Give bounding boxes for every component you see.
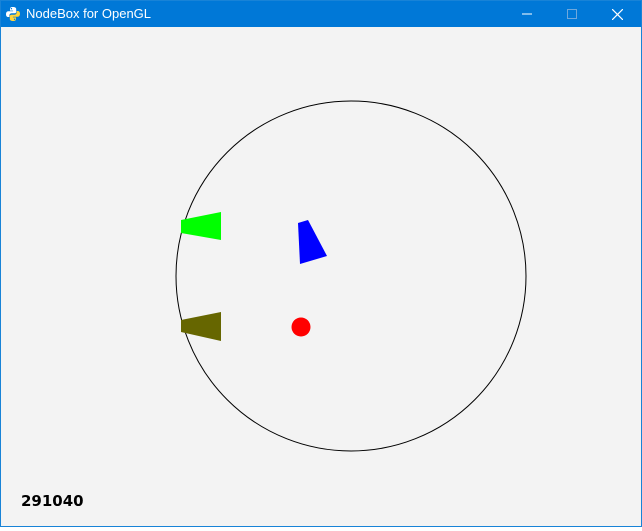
blue-quadrilateral [298,220,327,264]
frame-counter: 291040 [21,492,84,510]
maximize-icon [566,9,577,19]
scene-svg [175,100,527,452]
minimize-icon [521,13,532,15]
app-window: NodeBox for OpenGL 291040 [0,0,642,527]
minimize-button[interactable] [504,1,549,27]
close-button[interactable] [595,1,640,27]
close-icon [612,8,623,20]
window-title: NodeBox for OpenGL [26,6,152,21]
python-icon [6,7,20,21]
boundary-circle [175,100,527,452]
maximize-button[interactable] [549,1,594,27]
red-dot [291,317,311,337]
title-bar[interactable]: NodeBox for OpenGL [1,1,641,27]
drawing-canvas[interactable]: 291040 [1,27,641,526]
